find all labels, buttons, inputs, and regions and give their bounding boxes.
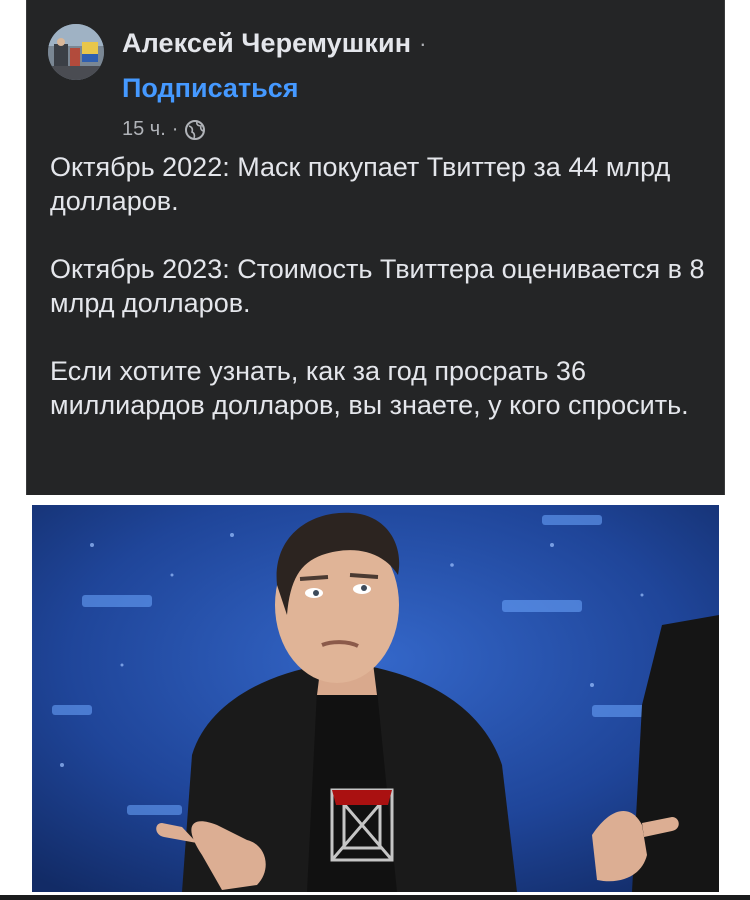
author-name[interactable]: Алексей Черемушкин: [122, 28, 411, 59]
post-timestamp[interactable]: 15 ч.: [122, 118, 166, 141]
post-card: Алексей Черемушкин · Подписаться 15 ч. ·…: [26, 0, 725, 495]
photo-image: [32, 505, 719, 892]
globe-icon[interactable]: [184, 119, 206, 141]
avatar-image: [48, 24, 104, 80]
post-photo[interactable]: [32, 505, 719, 892]
subscribe-button[interactable]: Подписаться: [122, 73, 299, 104]
meta-separator: ·: [171, 118, 179, 140]
post-text: Октябрь 2022: Маск покупает Твиттер за 4…: [50, 150, 710, 422]
post-paragraph: Октябрь 2022: Маск покупает Твиттер за 4…: [50, 152, 671, 216]
author-avatar[interactable]: [48, 24, 104, 80]
post-paragraph: Если хотите узнать, как за год просрать …: [50, 356, 689, 420]
post-paragraph: Октябрь 2023: Стоимость Твиттера оценива…: [50, 254, 705, 318]
post-meta: 15 ч. ·: [122, 118, 206, 141]
author-separator: ·: [419, 30, 427, 56]
author-row: Алексей Черемушкин ·: [122, 28, 426, 59]
divider: [0, 895, 750, 900]
